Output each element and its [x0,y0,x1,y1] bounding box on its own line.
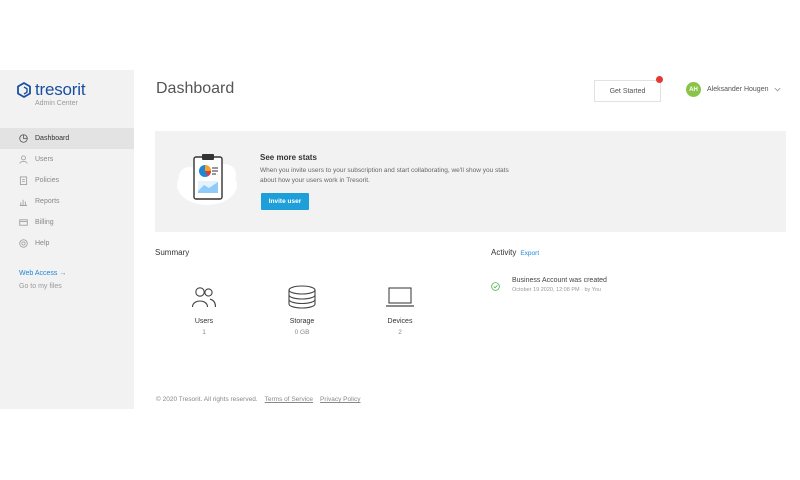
help-icon [19,239,28,248]
user-name: Aleksander Hougen [707,86,769,93]
stat-value: 0 GB [294,329,310,336]
storage-icon [288,285,316,309]
policies-icon [19,176,28,185]
summary-title: Summary [155,248,190,257]
activity-meta: October 19 2020, 12:08 PM · by You [512,287,601,293]
web-access-link[interactable]: Web Access → [19,270,66,277]
tresorit-logo-icon [17,82,31,98]
clipboard-illustration-icon [177,154,237,205]
sidebar-item-dashboard[interactable]: Dashboard [0,128,134,149]
stat-value: 1 [202,329,206,336]
terms-link[interactable]: Terms of Service [265,396,313,403]
stat-users: Users 1 [169,285,239,336]
billing-icon [19,219,28,226]
user-menu[interactable]: AH Aleksander Hougen [686,82,781,97]
devices-icon [386,287,414,307]
avatar: AH [686,82,701,97]
users-icon [191,287,217,308]
sidebar-item-help[interactable]: Help [0,233,134,254]
activity-title-text: Business Account was created [512,277,607,284]
stat-value: 2 [398,329,402,336]
go-to-files-link[interactable]: Go to my files [19,283,66,290]
brand-logo[interactable]: tresorit Admin Center [16,80,86,107]
reports-icon [19,199,28,206]
sidebar-item-label: Billing [35,219,54,226]
chevron-down-icon [773,87,781,92]
copyright-text: © 2020 Tresorit. All rights reserved. [156,396,258,403]
stat-label: Storage [289,318,315,325]
sidebar-links: Web Access → Go to my files [19,270,66,290]
dashboard-icon [19,134,28,143]
privacy-link[interactable]: Privacy Policy [320,396,360,403]
sidebar: tresorit Admin Center Dashboard Users Po… [0,70,134,409]
sidebar-item-label: Help [35,240,50,247]
sidebar-item-users[interactable]: Users [0,149,134,170]
page-title: Dashboard [156,80,235,97]
banner-title: See more stats [260,153,317,162]
stat-label: Users [194,318,214,325]
export-link[interactable]: Export [520,250,539,257]
sidebar-item-label: Policies [35,177,60,184]
footer: © 2020 Tresorit. All rights reserved. Te… [156,396,361,403]
activity-header: Activity Export [491,248,539,257]
banner-text: When you invite users to your subscripti… [260,167,509,184]
check-circle-icon [491,282,500,291]
activity-item: Business Account was created October 19 … [491,277,607,293]
sidebar-item-billing[interactable]: Billing [0,212,134,233]
sidebar-item-label: Reports [35,198,60,205]
stat-devices: Devices 2 [365,285,435,336]
notification-badge [656,76,663,83]
sidebar-item-label: Dashboard [35,135,70,142]
invite-user-button[interactable]: Invite user [261,193,309,210]
sidebar-item-reports[interactable]: Reports [0,191,134,212]
brand-subtitle: Admin Center [35,100,78,107]
brand-name: tresorit [35,80,86,99]
stats-banner: See more stats When you invite users to … [155,131,786,232]
activity-title: Activity [491,248,517,257]
stat-storage: Storage 0 GB [267,285,337,336]
sidebar-nav: Dashboard Users Policies Reports Billing… [0,128,134,254]
get-started-button[interactable]: Get Started [594,80,661,102]
stat-label: Devices [387,318,413,325]
sidebar-item-label: Users [35,156,54,163]
sidebar-item-policies[interactable]: Policies [0,170,134,191]
user-icon [19,155,28,164]
